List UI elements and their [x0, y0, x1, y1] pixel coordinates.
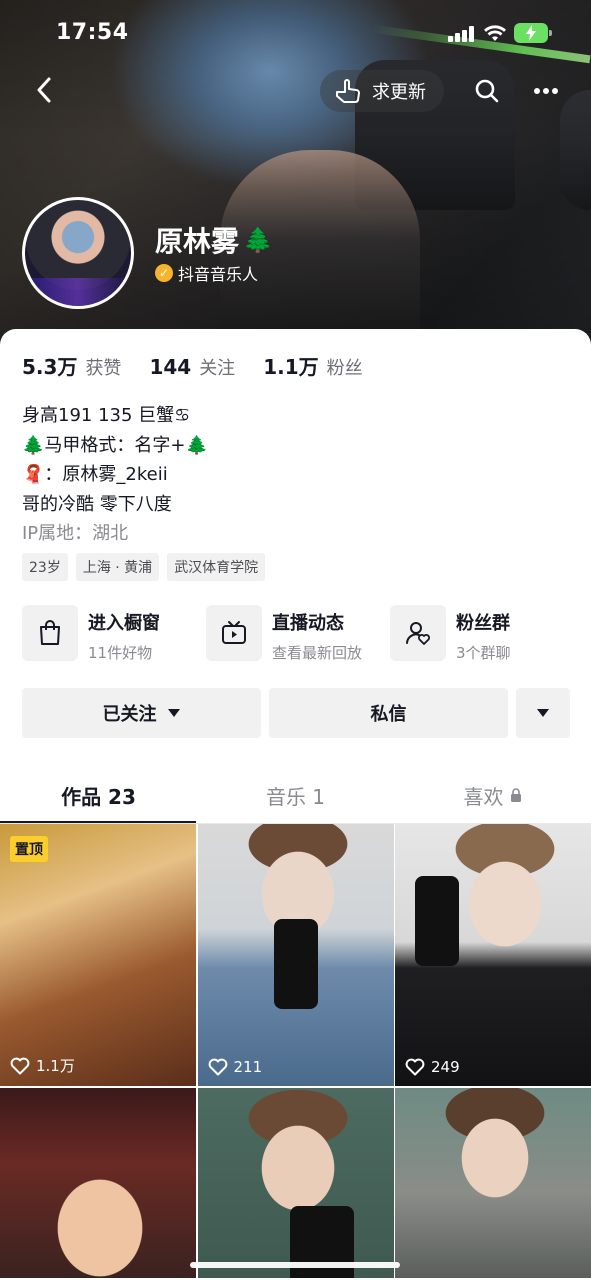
bio-line: 🧣：原林雾_2keii	[22, 464, 168, 485]
tag-school[interactable]: 武汉体育学院	[167, 553, 266, 581]
shortcut-subtitle: 3个群聊	[456, 644, 511, 662]
search-button[interactable]	[466, 70, 508, 112]
video-likes: 1.1万	[10, 1055, 75, 1076]
content-tabs: 作品 23 音乐 1 喜欢	[0, 766, 591, 824]
live-updates-shortcut[interactable]: 直播动态 查看最新回放	[206, 605, 390, 663]
stat-label: 粉丝	[326, 358, 363, 379]
tag-age: 23岁	[22, 553, 68, 581]
video-likes: 211	[208, 1058, 263, 1076]
shortcut-title: 进入橱窗	[88, 613, 160, 634]
verified-label: 抖音音乐人	[178, 265, 259, 284]
bio-line: 🌲马甲格式：名字+🌲	[22, 434, 208, 456]
battery-icon	[514, 23, 552, 43]
home-indicator	[190, 1262, 400, 1268]
video-thumbnail[interactable]: 置顶 1.1万	[0, 824, 196, 1086]
heart-icon	[208, 1058, 227, 1076]
action-buttons: 已关注 私信	[22, 688, 570, 738]
tag-location: 上海 · 黄浦	[75, 553, 160, 581]
search-icon	[475, 79, 499, 103]
stat-following[interactable]: 144 关注	[149, 354, 235, 380]
status-time: 17:54	[56, 20, 129, 45]
stat-label: 关注	[199, 358, 236, 379]
message-button[interactable]: 私信	[269, 688, 508, 738]
stat-followers[interactable]: 1.1万 粉丝	[263, 351, 362, 380]
request-update-button[interactable]: 求更新	[320, 70, 444, 112]
shortcut-subtitle: 查看最新回放	[272, 644, 363, 662]
ip-location: IP属地：湖北	[22, 523, 129, 544]
likes-count: 249	[431, 1058, 460, 1076]
shortcut-subtitle: 11件好物	[88, 644, 153, 662]
shortcuts-row: 进入橱窗 11件好物 直播动态 查看最新回放 粉丝群 3个群聊	[22, 605, 574, 663]
bio-line: 身高191 135 巨蟹♋	[22, 405, 191, 426]
shopping-bag-icon	[22, 605, 78, 661]
more-button[interactable]	[524, 70, 568, 112]
bio: 身高191 135 巨蟹♋ 🌲马甲格式：名字+🌲 🧣：原林雾_2keii 哥的冷…	[22, 401, 208, 549]
top-nav: 求更新	[0, 68, 591, 114]
shop-window-shortcut[interactable]: 进入橱窗 11件好物	[22, 605, 206, 663]
stat-value: 1.1万	[263, 355, 319, 379]
fan-group-icon	[390, 605, 446, 661]
profile-name: 原林雾 🌲	[155, 220, 273, 260]
following-button[interactable]: 已关注	[22, 688, 261, 738]
video-thumbnail[interactable]	[0, 1088, 196, 1278]
message-label: 私信	[370, 704, 407, 725]
tab-label: 音乐 1	[265, 784, 326, 809]
fan-group-shortcut[interactable]: 粉丝群 3个群聊	[390, 605, 574, 663]
request-update-label: 求更新	[372, 82, 426, 103]
video-thumbnail[interactable]: 249	[395, 824, 591, 1086]
pinned-badge: 置顶	[10, 836, 48, 862]
heart-icon	[405, 1058, 425, 1076]
caret-down-icon	[167, 709, 180, 717]
check-badge-icon: ✓	[155, 264, 173, 282]
profile-card: 5.3万 获赞 144 关注 1.1万 粉丝 身高191 135 巨蟹♋ 🌲马甲…	[0, 329, 591, 1280]
profile-name-text: 原林雾	[155, 225, 240, 258]
more-dots-icon	[534, 88, 558, 94]
tab-label: 喜欢	[463, 784, 504, 809]
poke-hand-icon	[336, 79, 360, 103]
shortcut-title: 直播动态	[272, 613, 344, 634]
wifi-icon	[484, 25, 506, 41]
video-thumbnail[interactable]	[197, 1088, 394, 1278]
stats-row: 5.3万 获赞 144 关注 1.1万 粉丝	[22, 351, 391, 380]
status-bar: 17:54	[0, 0, 591, 64]
video-thumbnail[interactable]: 211	[197, 824, 394, 1086]
tv-icon	[206, 605, 262, 661]
tab-likes[interactable]: 喜欢	[394, 766, 591, 824]
caret-down-icon	[537, 709, 549, 717]
tab-works[interactable]: 作品 23	[0, 766, 197, 824]
signal-icon	[448, 26, 476, 42]
stat-likes: 5.3万 获赞	[22, 351, 121, 380]
shortcut-title: 粉丝群	[456, 613, 510, 634]
video-likes: 249	[405, 1058, 460, 1076]
chevron-left-icon	[37, 77, 51, 103]
likes-count: 1.1万	[36, 1057, 75, 1075]
profile-page: 17:54 求更新 原林雾 🌲 ✓ 抖音音乐人 5.3万 获赞 144 关注 1…	[0, 0, 591, 1280]
avatar[interactable]	[22, 197, 134, 309]
stat-value: 144	[149, 355, 192, 379]
tab-label: 作品 23	[61, 784, 136, 809]
video-grid: 置顶 1.1万 211 249	[0, 824, 591, 1278]
following-label: 已关注	[102, 704, 157, 725]
recommend-dropdown-button[interactable]	[516, 688, 570, 738]
heart-icon	[10, 1057, 30, 1074]
lock-icon	[510, 788, 521, 802]
phone-in-photo	[415, 876, 459, 966]
tab-music[interactable]: 音乐 1	[197, 766, 394, 824]
profile-tags: 23岁 上海 · 黄浦 武汉体育学院	[22, 553, 266, 581]
bio-line: 哥的冷酷 零下八度	[22, 493, 172, 515]
phone-in-photo	[273, 919, 318, 1009]
likes-count: 211	[233, 1058, 263, 1076]
stat-value: 5.3万	[22, 355, 78, 379]
tree-emoji: 🌲	[243, 226, 273, 254]
verified-badge: ✓ 抖音音乐人	[155, 261, 258, 285]
back-button[interactable]	[22, 68, 66, 112]
video-thumbnail[interactable]	[395, 1088, 591, 1278]
stat-label: 获赞	[85, 358, 122, 379]
